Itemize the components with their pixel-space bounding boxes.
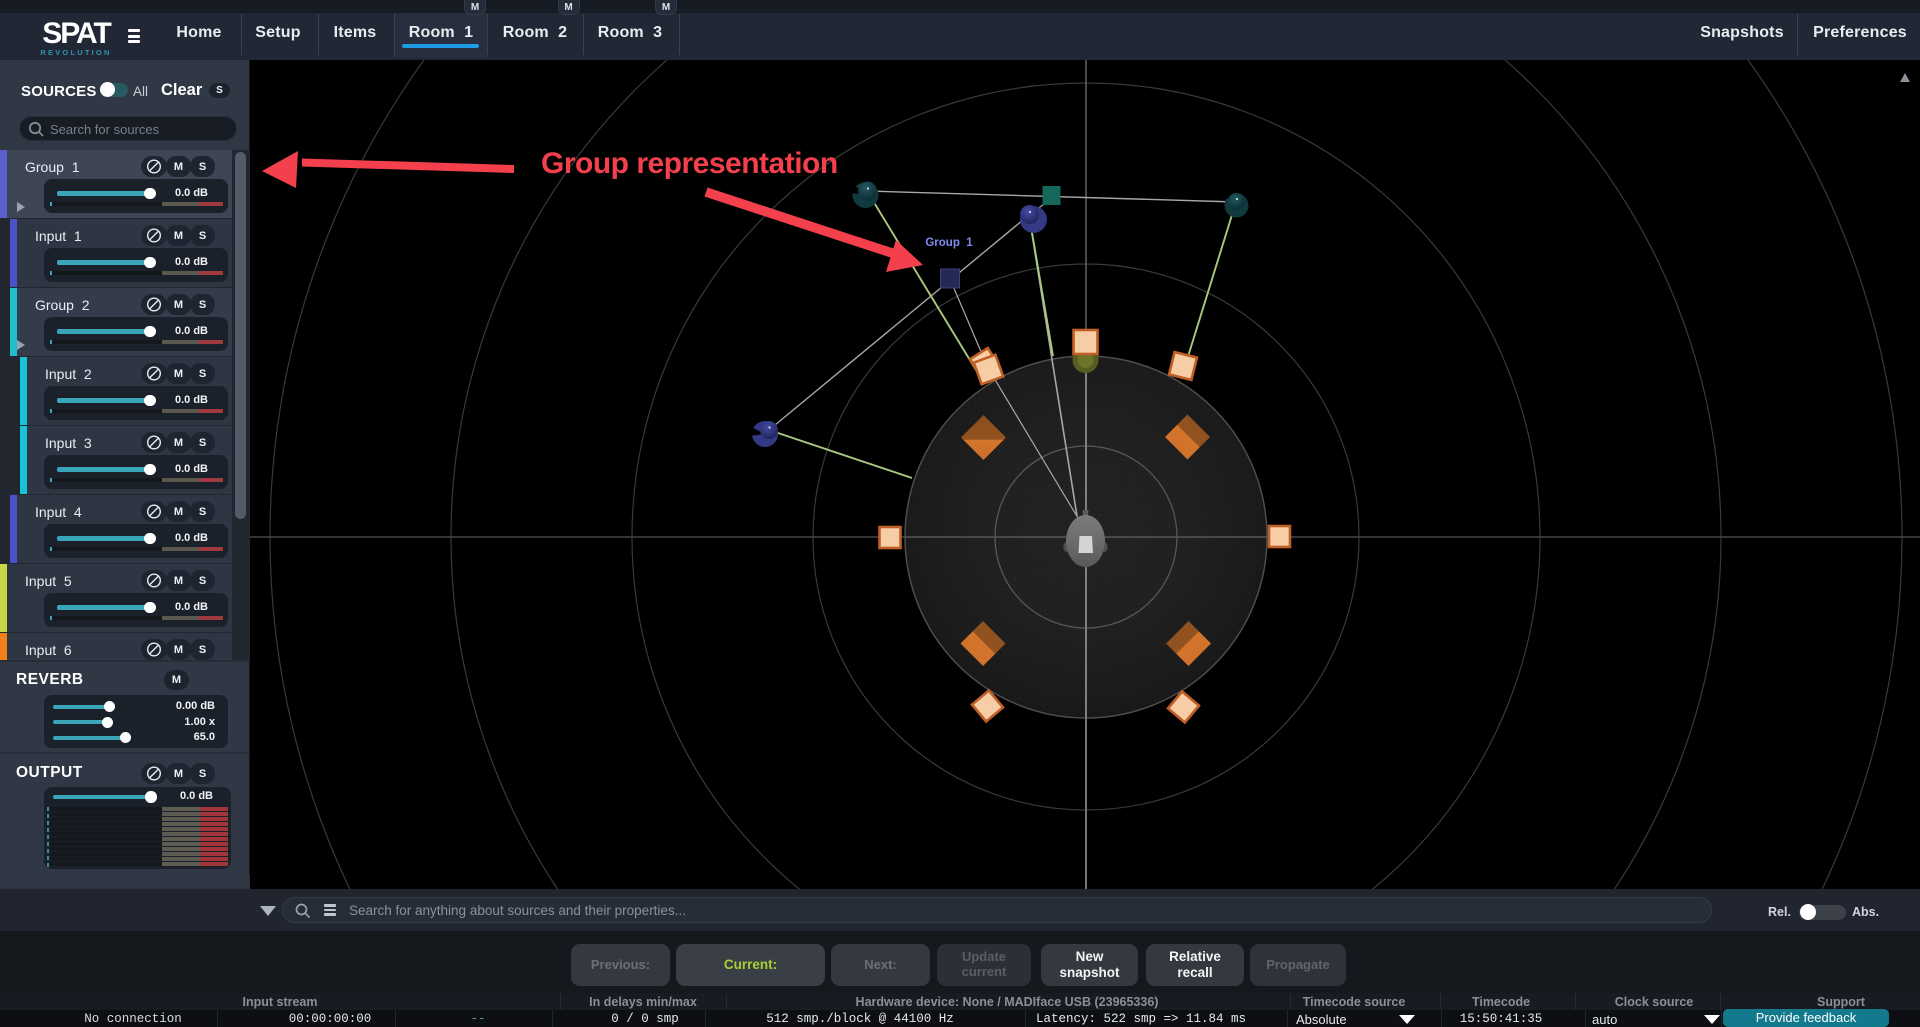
svg-text:REVOLUTION: REVOLUTION (40, 48, 111, 57)
svg-text:Group representation: Group representation (541, 147, 838, 180)
svg-text:SPAT: SPAT (42, 17, 111, 50)
svg-text:Group 1: Group 1 (925, 237, 973, 249)
